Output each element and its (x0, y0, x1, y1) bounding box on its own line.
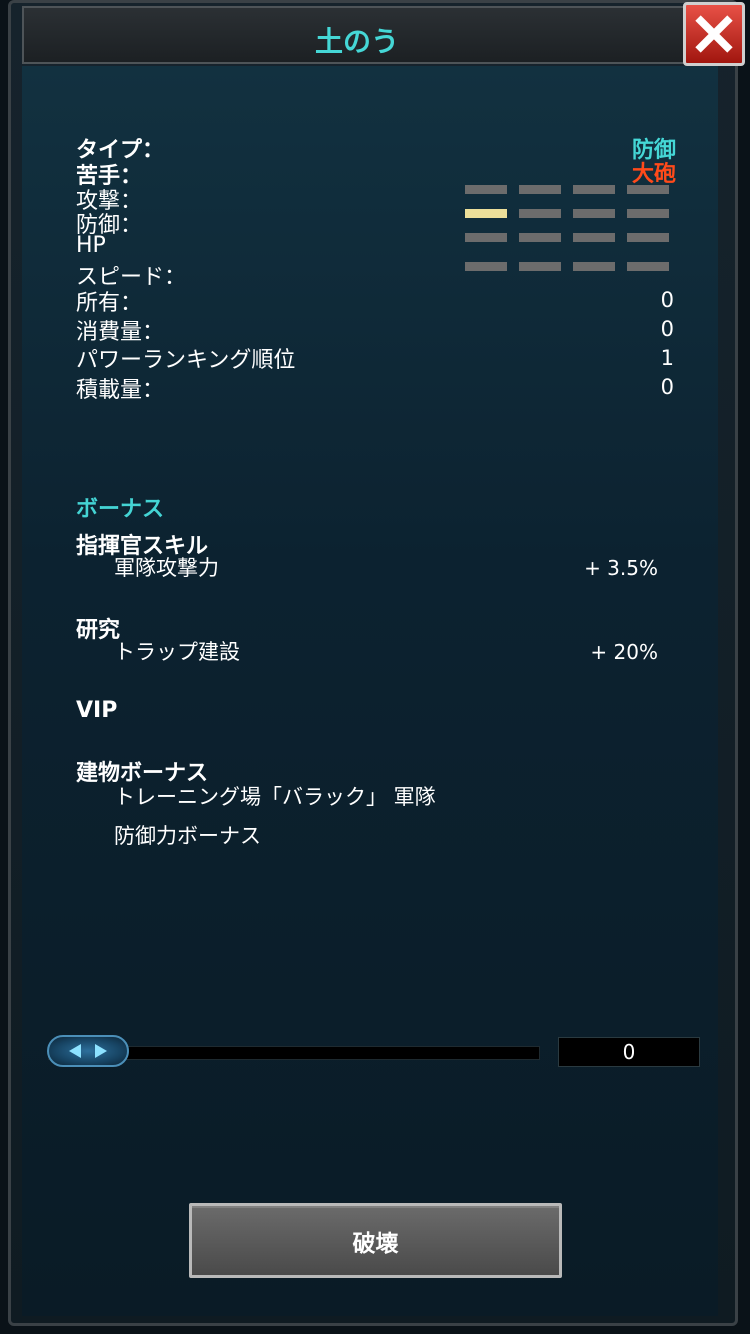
hp-level-bar (465, 233, 669, 242)
defense-level-bar (465, 209, 669, 218)
consumption-value: 0 (660, 317, 674, 341)
owned-value: 0 (660, 288, 674, 312)
level-segment (465, 262, 507, 271)
title-bar: 土のう (22, 6, 692, 64)
level-segment (573, 233, 615, 242)
level-segment (519, 233, 561, 242)
commander-skill-value: + 3.5% (584, 556, 658, 580)
vip-heading: VIP (76, 698, 118, 723)
power-rank-label: パワーランキング順位 (76, 348, 296, 373)
close-x-icon (695, 15, 733, 53)
close-button[interactable] (683, 2, 745, 66)
bonus-section-title: ボーナス (76, 497, 165, 522)
load-value: 0 (660, 375, 674, 399)
quantity-slider-handle[interactable] (47, 1035, 129, 1067)
commander-skill-item: 軍隊攻撃力 (114, 556, 219, 580)
dialog-content (22, 66, 718, 1316)
level-segment (627, 185, 669, 194)
level-segment (465, 209, 507, 218)
arrow-left-icon (69, 1044, 81, 1058)
level-segment (519, 209, 561, 218)
level-segment (573, 209, 615, 218)
level-segment (573, 185, 615, 194)
research-value: + 20% (590, 640, 658, 664)
speed-level-bar (465, 262, 669, 271)
level-segment (627, 209, 669, 218)
load-label: 積載量： (76, 378, 165, 403)
power-rank-value: 1 (660, 346, 674, 370)
level-segment (627, 233, 669, 242)
level-segment (465, 185, 507, 194)
level-segment (465, 233, 507, 242)
attack-level-bar (465, 185, 669, 194)
arrow-right-icon (95, 1044, 107, 1058)
level-segment (573, 262, 615, 271)
level-segment (627, 262, 669, 271)
hp-label: HP (76, 233, 106, 258)
owned-label: 所有： (76, 291, 143, 316)
weakness-value: 大砲 (631, 162, 676, 187)
research-item: トラップ建設 (114, 640, 240, 664)
level-segment (519, 262, 561, 271)
building-bonus-item-line2: 防御力ボーナス (114, 824, 261, 848)
dialog-title: 土のう (314, 25, 399, 58)
building-bonus-item-line1: トレーニング場「バラック」 軍隊 (114, 785, 436, 809)
quantity-input[interactable]: 0 (558, 1037, 700, 1067)
destroy-button[interactable]: 破壊 (189, 1203, 562, 1278)
level-segment (519, 185, 561, 194)
